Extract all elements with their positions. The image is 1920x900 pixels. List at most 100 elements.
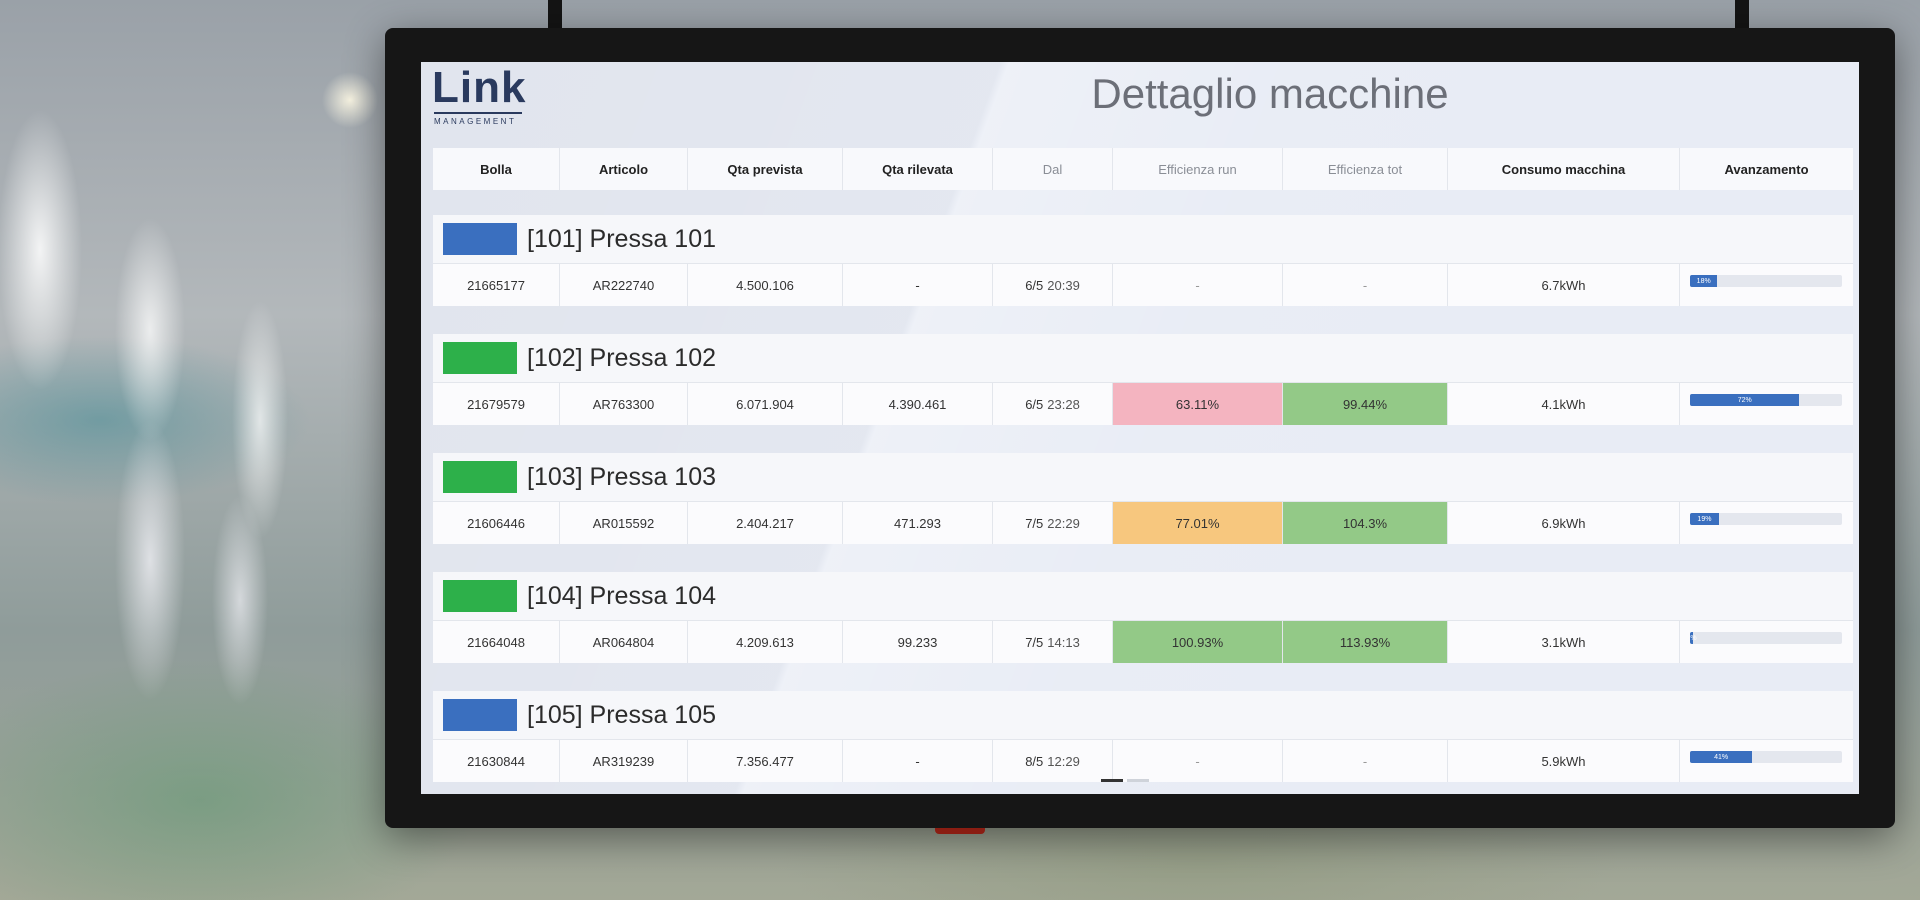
monitor: Link MANAGEMENT Dettaglio macchine Bolla… xyxy=(385,28,1895,834)
avanzamento-cell: 2% xyxy=(1680,621,1853,663)
progress-fill: 19% xyxy=(1690,513,1719,525)
qta-prevista-cell: 7.356.477 xyxy=(688,740,843,782)
logo-subtitle: MANAGEMENT xyxy=(434,117,517,126)
avanzamento-cell: 19% xyxy=(1680,502,1853,544)
efficienza-run-cell: - xyxy=(1113,264,1283,306)
machine-status-swatch xyxy=(443,223,517,255)
machine-status-swatch xyxy=(443,461,517,493)
machine-section: [102] Pressa 102 21679579 AR763300 6.071… xyxy=(433,334,1853,425)
page-dot-active xyxy=(1101,779,1123,782)
column-header: Efficienza run xyxy=(1113,148,1283,190)
machine-status-swatch xyxy=(443,580,517,612)
bolla-cell: 21630844 xyxy=(433,740,560,782)
avanzamento-cell: 41% xyxy=(1680,740,1853,782)
dal-time: 12:29 xyxy=(1047,753,1080,769)
consumo-cell: 6.7kWh xyxy=(1448,264,1680,306)
column-header: Efficienza tot xyxy=(1283,148,1448,190)
column-header: Avanzamento xyxy=(1724,161,1809,177)
progress-fill: 41% xyxy=(1690,751,1753,763)
machine-name: [102] Pressa 102 xyxy=(527,343,717,372)
consumo-cell: 3.1kWh xyxy=(1448,621,1680,663)
efficienza-tot-cell: - xyxy=(1283,264,1448,306)
avanzamento-cell: 18% xyxy=(1680,264,1853,306)
efficienza-run-cell: 100.93% xyxy=(1113,621,1283,663)
machine-header: [101] Pressa 101 xyxy=(433,215,1853,264)
dal-day: 6/5 xyxy=(1025,277,1044,293)
machine-status-swatch xyxy=(443,342,517,374)
articolo-cell: AR763300 xyxy=(560,383,688,425)
avanzamento-cell: 72% xyxy=(1680,383,1853,425)
efficienza-run-cell: 63.11% xyxy=(1113,383,1283,425)
efficienza-tot-cell: - xyxy=(1283,740,1448,782)
progress-fill: 18% xyxy=(1690,275,1718,287)
qta-rilevata-cell: - xyxy=(843,264,993,306)
bolla-cell: 21679579 xyxy=(433,383,560,425)
consumo-cell: 4.1kWh xyxy=(1448,383,1680,425)
bolla-cell: 21606446 xyxy=(433,502,560,544)
progress-fill: 2% xyxy=(1690,632,1697,644)
progress-track: 2% xyxy=(1690,632,1842,644)
table-row: 21679579 AR763300 6.071.904 4.390.461 6/… xyxy=(433,383,1853,425)
column-header: Bolla xyxy=(433,148,560,190)
column-header: Qta rilevata xyxy=(843,148,993,190)
dal-time: 20:39 xyxy=(1047,277,1080,293)
column-header: Dal xyxy=(993,148,1113,190)
efficienza-tot-cell: 99.44% xyxy=(1283,383,1448,425)
efficienza-run-cell: - xyxy=(1113,740,1283,782)
dal-cell: 6/5 20:39 xyxy=(993,264,1113,306)
qta-rilevata-cell: 99.233 xyxy=(843,621,993,663)
dal-time: 14:13 xyxy=(1047,634,1080,650)
bolla-cell: 21665177 xyxy=(433,264,560,306)
efficienza-tot-cell: 104.3% xyxy=(1283,502,1448,544)
dal-cell: 7/5 14:13 xyxy=(993,621,1113,663)
table-row: 21606446 AR015592 2.404.217 471.293 7/5 … xyxy=(433,502,1853,544)
qta-prevista-cell: 4.209.613 xyxy=(688,621,843,663)
table-row: 21665177 AR222740 4.500.106 - 6/5 20:39 … xyxy=(433,264,1853,306)
machine-status-swatch xyxy=(443,699,517,731)
dal-day: 8/5 xyxy=(1025,753,1044,769)
qta-prevista-cell: 4.500.106 xyxy=(688,264,843,306)
progress-track: 18% xyxy=(1690,275,1842,287)
dal-cell: 6/5 23:28 xyxy=(993,383,1113,425)
table-row: 21664048 AR064804 4.209.613 99.233 7/5 1… xyxy=(433,621,1853,663)
dal-cell: 8/5 12:29 xyxy=(993,740,1113,782)
page-dot xyxy=(1127,779,1149,782)
efficienza-run-cell: 77.01% xyxy=(1113,502,1283,544)
qta-rilevata-cell: 4.390.461 xyxy=(843,383,993,425)
consumo-cell: 5.9kWh xyxy=(1448,740,1680,782)
page-indicator xyxy=(1101,779,1149,782)
machine-header: [102] Pressa 102 xyxy=(433,334,1853,383)
dal-day: 7/5 xyxy=(1025,634,1044,650)
articolo-cell: AR319239 xyxy=(560,740,688,782)
bolla-cell: 21664048 xyxy=(433,621,560,663)
machine-name: [103] Pressa 103 xyxy=(527,462,717,491)
qta-rilevata-cell: - xyxy=(843,740,993,782)
articolo-cell: AR222740 xyxy=(560,264,688,306)
machine-section: [103] Pressa 103 21606446 AR015592 2.404… xyxy=(433,453,1853,544)
progress-track: 19% xyxy=(1690,513,1842,525)
machine-header: [104] Pressa 104 xyxy=(433,572,1853,621)
articolo-cell: AR064804 xyxy=(560,621,688,663)
machine-name: [105] Pressa 105 xyxy=(527,700,717,729)
articolo-cell: AR015592 xyxy=(560,502,688,544)
column-header: Articolo xyxy=(560,148,688,190)
dal-cell: 7/5 22:29 xyxy=(993,502,1113,544)
consumo-cell: 6.9kWh xyxy=(1448,502,1680,544)
machine-name: [101] Pressa 101 xyxy=(527,224,717,253)
machine-section: [104] Pressa 104 21664048 AR064804 4.209… xyxy=(433,572,1853,663)
progress-track: 72% xyxy=(1690,394,1842,406)
dal-time: 22:29 xyxy=(1047,515,1080,531)
machine-header: [105] Pressa 105 xyxy=(433,691,1853,740)
progress-fill: 72% xyxy=(1690,394,1800,406)
column-header: Qta prevista xyxy=(688,148,843,190)
column-header: Consumo macchina xyxy=(1448,148,1680,190)
machine-section: [101] Pressa 101 21665177 AR222740 4.500… xyxy=(433,215,1853,306)
machine-section: [105] Pressa 105 21630844 AR319239 7.356… xyxy=(433,691,1853,782)
dal-time: 23:28 xyxy=(1047,396,1080,412)
dashboard-screen: Link MANAGEMENT Dettaglio macchine Bolla… xyxy=(421,62,1859,794)
qta-prevista-cell: 2.404.217 xyxy=(688,502,843,544)
dal-day: 6/5 xyxy=(1025,396,1044,412)
table-header: Bolla Articolo Qta prevista Qta rilevata… xyxy=(433,148,1853,190)
dal-day: 7/5 xyxy=(1025,515,1044,531)
progress-track: 41% xyxy=(1690,751,1842,763)
